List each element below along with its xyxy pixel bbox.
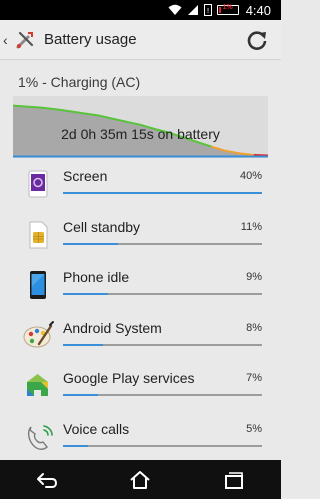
page-title: Battery usage bbox=[44, 31, 137, 48]
phone-idle-icon bbox=[30, 271, 46, 299]
graph-line-critical bbox=[253, 154, 268, 157]
battery-percent: 1% bbox=[222, 4, 233, 11]
usage-name: Cell standby bbox=[63, 218, 141, 235]
usage-track bbox=[63, 242, 262, 245]
usage-percent: 5% bbox=[246, 422, 262, 435]
usage-name: Google Play services bbox=[63, 370, 195, 386]
screen-icon bbox=[28, 170, 48, 198]
usage-bar bbox=[63, 242, 118, 245]
usage-name: Voice calls bbox=[63, 420, 130, 437]
wifi-icon bbox=[168, 4, 182, 16]
up-caret-icon[interactable]: ‹ bbox=[3, 32, 13, 48]
home-button[interactable] bbox=[120, 465, 160, 495]
usage-track bbox=[63, 293, 262, 295]
status-bar: ! 1% 4:40 bbox=[0, 0, 281, 20]
android-system-icon bbox=[23, 320, 54, 347]
back-icon bbox=[36, 472, 57, 488]
navigation-bar bbox=[0, 460, 281, 499]
recents-icon bbox=[225, 471, 244, 489]
time-on-battery: 2d 0h 35m 15s on battery bbox=[61, 126, 220, 142]
recents-button[interactable] bbox=[214, 465, 254, 495]
usage-percent: 11% bbox=[240, 220, 262, 233]
google-play-services-icon bbox=[27, 374, 48, 396]
usage-bar bbox=[63, 444, 88, 447]
usage-track bbox=[63, 192, 262, 194]
usage-bar bbox=[63, 293, 108, 295]
usage-row-google-play-services[interactable]: Google Play services 7% bbox=[0, 362, 281, 413]
usage-name: Phone idle bbox=[63, 269, 130, 285]
usage-row-screen[interactable]: Screen 40% bbox=[0, 160, 281, 211]
no-sim-icon: ! bbox=[203, 4, 212, 16]
signal-icon bbox=[187, 4, 199, 16]
clock: 4:40 bbox=[245, 2, 271, 18]
usage-percent: 8% bbox=[246, 321, 262, 334]
svg-text:!: ! bbox=[206, 7, 209, 15]
usage-row-cell-standby[interactable]: Cell standby 11% bbox=[0, 211, 281, 262]
usage-percent: 40% bbox=[239, 170, 262, 182]
usage-row-phone-idle[interactable]: Phone idle 9% bbox=[0, 261, 281, 312]
usage-row-android-system[interactable]: Android System 8% bbox=[0, 312, 281, 363]
action-bar: ‹ Battery usage bbox=[0, 20, 281, 60]
usage-name: Android System bbox=[63, 319, 162, 336]
usage-bar bbox=[63, 394, 98, 396]
usage-track bbox=[63, 444, 262, 447]
usage-list: Screen 40% Cell standby 11% Phone idle 9… bbox=[0, 160, 281, 463]
usage-track bbox=[63, 343, 262, 346]
refresh-icon[interactable] bbox=[245, 28, 269, 52]
settings-tools-icon[interactable] bbox=[14, 29, 36, 51]
usage-name: Screen bbox=[63, 168, 108, 184]
phone-handset-icon bbox=[27, 424, 53, 450]
usage-percent: 9% bbox=[246, 271, 262, 283]
usage-row-voice-calls[interactable]: Voice calls 5% bbox=[0, 413, 281, 464]
usage-percent: 7% bbox=[246, 372, 262, 384]
home-icon bbox=[130, 470, 151, 489]
usage-bar bbox=[63, 192, 262, 194]
back-button[interactable] bbox=[27, 465, 67, 495]
sim-card-icon bbox=[29, 221, 48, 248]
charge-status: 1% - Charging (AC) bbox=[18, 74, 141, 90]
usage-track bbox=[63, 394, 262, 396]
battery-icon: 1% bbox=[216, 4, 239, 15]
usage-bar bbox=[63, 343, 103, 346]
